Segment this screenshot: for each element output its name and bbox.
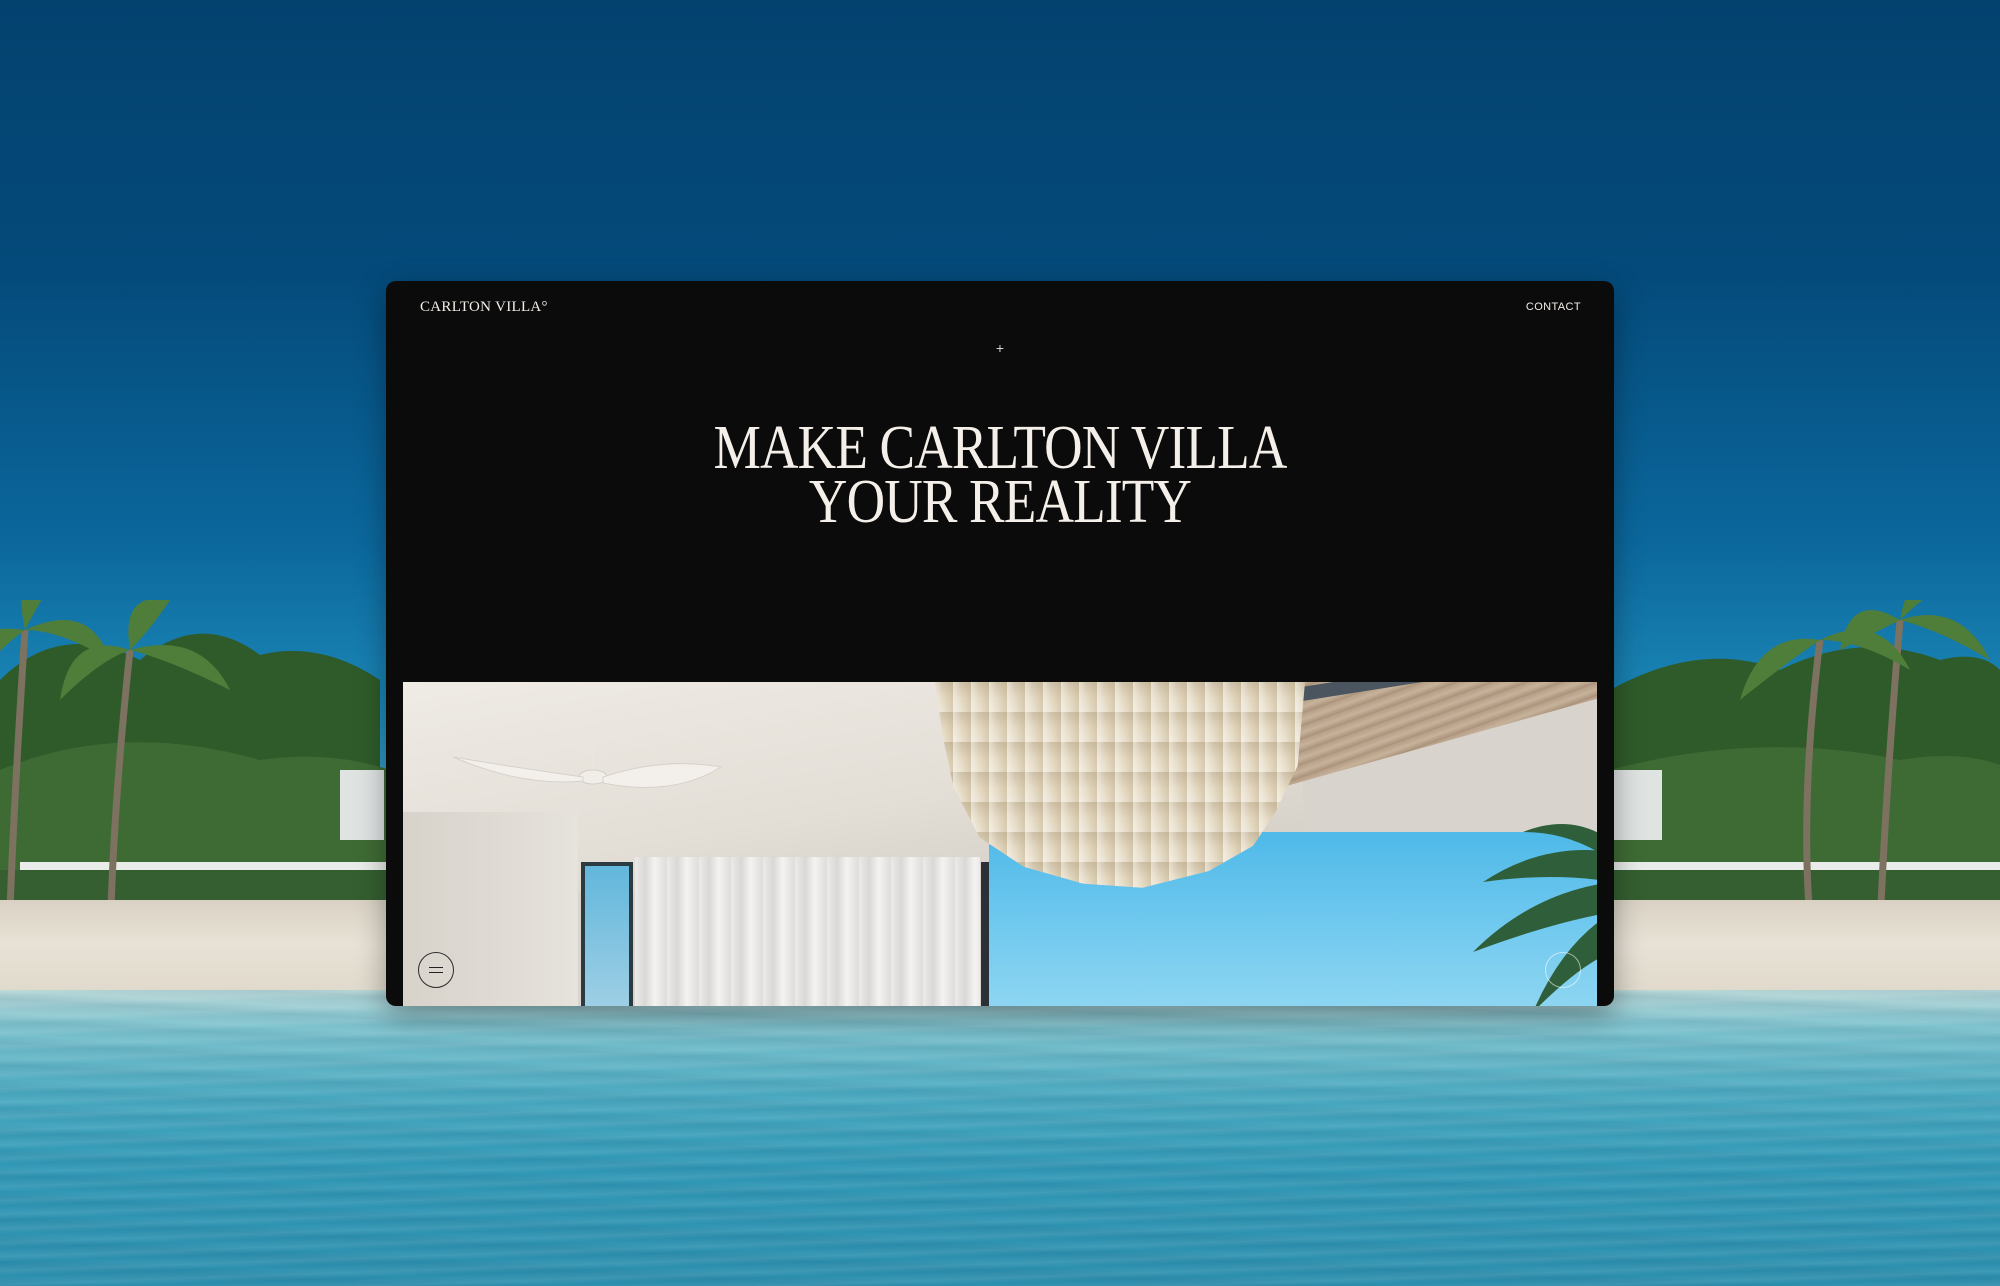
water-shimmer — [0, 990, 2000, 1286]
brand-logo[interactable]: CARLTON VILLA° — [420, 297, 548, 317]
hero-heading-line-1: MAKE CARLTON VILLA — [713, 414, 1287, 482]
website-window: CARLTON VILLA° CONTACT + MAKE CARLTON VI… — [386, 281, 1614, 1006]
hero-interior-photo — [403, 682, 1597, 1006]
photo-window — [581, 862, 633, 1006]
plus-icon: + — [995, 340, 1005, 356]
ceiling-fan-icon — [453, 737, 723, 788]
hamburger-menu-icon-line — [429, 972, 443, 973]
menu-button[interactable] — [418, 952, 454, 988]
contact-link[interactable]: CONTACT — [1526, 297, 1581, 317]
photo-curtain — [635, 857, 980, 1006]
scroll-button[interactable] — [1545, 952, 1581, 988]
hero-heading-line-2: YOUR REALITY — [808, 468, 1192, 536]
hamburger-menu-icon — [429, 967, 443, 968]
hero-heading: MAKE CARLTON VILLA YOUR REALITY — [472, 414, 1528, 536]
photo-pillar — [981, 862, 989, 1006]
